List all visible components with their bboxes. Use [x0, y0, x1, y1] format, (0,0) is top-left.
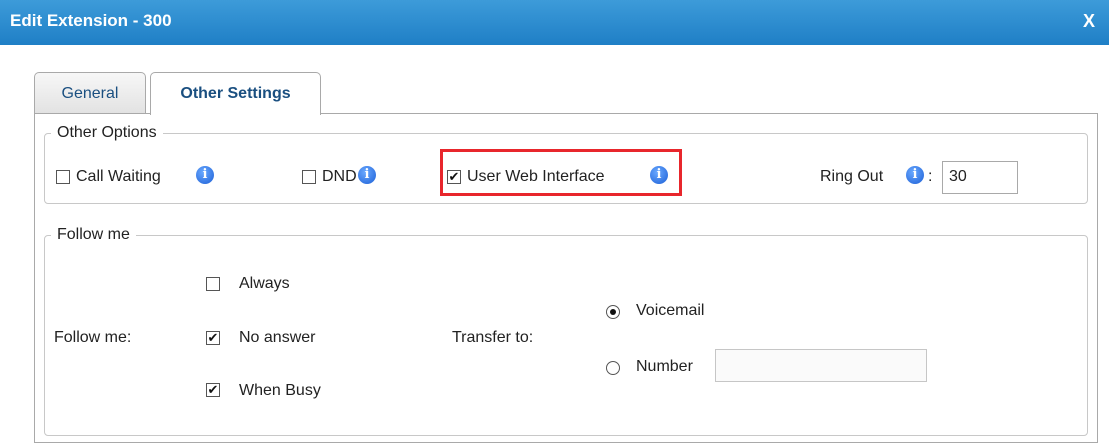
ring-out-colon: :	[928, 168, 933, 185]
always-label: Always	[239, 275, 290, 292]
follow-me-label: Follow me:	[54, 329, 132, 346]
dialog-title: Edit Extension - 300	[10, 11, 172, 30]
number-input[interactable]	[715, 349, 927, 382]
close-button[interactable]: X	[1083, 11, 1095, 32]
transfer-to-label: Transfer to:	[452, 329, 534, 346]
always-checkbox[interactable]	[206, 277, 220, 291]
no-answer-checkbox[interactable]: ✔	[206, 331, 220, 345]
voicemail-label: Voicemail	[636, 302, 705, 319]
number-radio[interactable]	[606, 361, 620, 375]
follow-me-group: Follow me	[44, 226, 1088, 436]
no-answer-label: No answer	[239, 329, 316, 346]
tab-other-settings[interactable]: Other Settings	[150, 72, 321, 115]
when-busy-checkbox[interactable]: ✔	[206, 383, 220, 397]
info-icon[interactable]: i	[358, 166, 376, 184]
call-waiting-checkbox[interactable]	[56, 170, 70, 184]
voicemail-radio[interactable]	[606, 305, 620, 319]
tab-general[interactable]: General	[34, 72, 146, 114]
user-web-interface-label: User Web Interface	[467, 168, 605, 185]
when-busy-label: When Busy	[239, 382, 321, 399]
info-icon[interactable]: i	[196, 166, 214, 184]
info-icon[interactable]: i	[650, 166, 668, 184]
number-label: Number	[636, 358, 693, 375]
ring-out-label: Ring Out	[820, 168, 884, 185]
user-web-interface-checkbox[interactable]: ✔	[447, 170, 461, 184]
other-options-legend: Other Options	[57, 124, 157, 141]
follow-me-legend: Follow me	[57, 226, 130, 243]
tab-general-label: General	[61, 84, 119, 102]
call-waiting-label: Call Waiting	[76, 168, 161, 185]
tab-other-settings-label: Other Settings	[180, 85, 291, 102]
ring-out-input[interactable]: 30	[942, 161, 1018, 194]
dnd-checkbox[interactable]	[302, 170, 316, 184]
dnd-label: DND	[322, 168, 357, 185]
dialog-titlebar: Edit Extension - 300 X	[0, 0, 1109, 45]
info-icon[interactable]: i	[906, 166, 924, 184]
